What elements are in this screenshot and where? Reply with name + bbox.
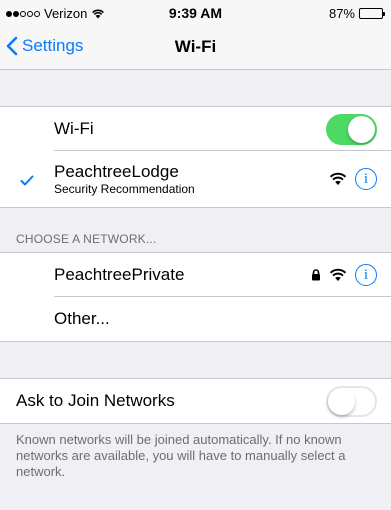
connected-network-row[interactable]: PeachtreeLodge Security Recommendation i	[0, 151, 391, 207]
wifi-toggle[interactable]	[326, 114, 377, 145]
ask-join-group: Ask to Join Networks	[0, 378, 391, 424]
navigation-bar: Settings Wi-Fi	[0, 26, 391, 70]
info-icon[interactable]: i	[355, 264, 377, 286]
connected-network-subtitle: Security Recommendation	[54, 182, 195, 196]
network-icons: i	[311, 253, 377, 297]
lock-icon	[312, 269, 320, 281]
ask-join-footer: Known networks will be joined automatica…	[16, 432, 346, 479]
ask-join-toggle[interactable]	[326, 386, 377, 417]
wifi-signal-icon	[329, 268, 347, 281]
networks-group: PeachtreePrivate i Other...	[0, 252, 391, 342]
connected-network-icons: i	[329, 151, 377, 207]
status-right: 87%	[328, 6, 385, 21]
info-icon[interactable]: i	[355, 168, 377, 190]
connected-network-name: PeachtreeLodge	[54, 162, 179, 181]
battery-percent: 87%	[328, 6, 355, 21]
status-bar: Verizon 9:39 AM 87%	[0, 0, 391, 26]
wifi-signal-icon	[329, 172, 347, 185]
other-network-row[interactable]: Other...	[0, 297, 391, 341]
ask-join-label: Ask to Join Networks	[16, 391, 175, 410]
page-title: Wi-Fi	[174, 37, 217, 56]
other-network-label: Other...	[54, 309, 110, 328]
battery-icon	[359, 8, 385, 19]
network-row[interactable]: PeachtreePrivate i	[0, 253, 391, 297]
wifi-group: Wi-Fi PeachtreeLodge Security Recommenda…	[0, 106, 391, 208]
toggle-knob	[348, 116, 375, 143]
checkmark-icon	[20, 173, 34, 189]
network-name: PeachtreePrivate	[54, 265, 185, 284]
section-header-networks: CHOOSE A NETWORK...	[16, 232, 157, 246]
connected-network-text: PeachtreeLodge Security Recommendation	[54, 162, 195, 196]
ask-join-row: Ask to Join Networks	[0, 379, 391, 423]
wifi-toggle-label: Wi-Fi	[54, 119, 94, 138]
top-spacer	[0, 70, 391, 106]
toggle-knob	[328, 388, 355, 415]
wifi-toggle-row: Wi-Fi	[0, 107, 391, 151]
middle-spacer	[0, 342, 391, 378]
